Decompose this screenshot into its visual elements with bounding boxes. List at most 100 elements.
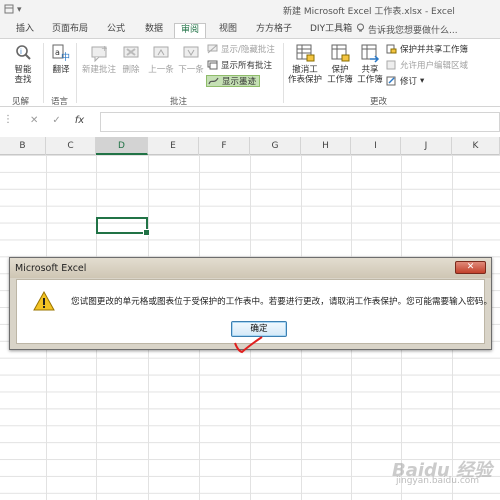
share-workbook-button[interactable]: 共享 工作簿	[356, 43, 384, 85]
show-hide-comment-button[interactable]: 显示/隐藏批注	[207, 43, 275, 55]
previous-comment-button[interactable]: 上一条	[147, 43, 175, 75]
smart-lookup-icon: i	[16, 45, 31, 60]
allow-edit-ranges-button[interactable]: 允许用户编辑区域	[386, 59, 468, 71]
confirm-entry-icon[interactable]: ✓	[52, 115, 60, 126]
tell-me-box[interactable]: 告诉我您想要做什么...	[356, 23, 458, 36]
group-changes-label: 更改	[370, 97, 388, 107]
show-ink-label: 显示墨迹	[222, 77, 257, 87]
next-comment-icon	[183, 46, 199, 58]
protect-workbook-icon	[331, 44, 350, 62]
unprotect-sheet-label: 撤消工 作表保护	[287, 65, 322, 85]
track-changes-button[interactable]: 修订 ▾	[386, 75, 424, 87]
dialog-title: Microsoft Excel	[15, 263, 87, 274]
tell-me-label: 告诉我您想要做什么...	[368, 26, 458, 36]
column-header[interactable]: B	[0, 137, 46, 155]
share-workbook-label: 共享 工作簿	[357, 65, 383, 85]
column-header[interactable]: F	[199, 137, 250, 155]
lightbulb-icon	[356, 23, 365, 36]
tab-data[interactable]: 数据	[145, 23, 163, 38]
translate-label: 翻译	[52, 65, 70, 75]
group-insights-label: 见解	[12, 97, 30, 107]
protect-workbook-button[interactable]: 保护 工作簿	[326, 43, 354, 85]
column-header[interactable]: K	[452, 137, 500, 155]
svg-text:i: i	[20, 48, 22, 56]
column-header[interactable]: C	[46, 137, 96, 155]
group-comments-label: 批注	[170, 97, 188, 107]
title-bar: ▾ 新建 Microsoft Excel 工作表.xlsx - Excel	[0, 0, 500, 20]
allow-edit-ranges-icon	[386, 60, 396, 70]
show-all-comments-button[interactable]: 显示所有批注	[207, 59, 272, 71]
protect-and-share-label: 保护并共享工作簿	[400, 45, 469, 55]
svg-text:a: a	[55, 48, 60, 57]
tab-page-layout[interactable]: 页面布局	[52, 23, 88, 38]
previous-comment-label: 上一条	[148, 65, 174, 75]
show-ink-button[interactable]: 显示墨迹	[206, 75, 261, 87]
column-header[interactable]: I	[351, 137, 401, 155]
active-cell[interactable]	[96, 217, 150, 236]
new-comment-button[interactable]: + 新建批注	[80, 43, 118, 75]
column-header[interactable]: H	[301, 137, 351, 155]
show-all-comments-label: 显示所有批注	[221, 61, 273, 71]
protect-share-icon	[386, 44, 397, 54]
column-header[interactable]: E	[148, 137, 199, 155]
next-comment-label: 下一条	[178, 65, 204, 75]
qat-dropdown-icon[interactable]: ▾	[17, 5, 22, 15]
dialog-message: 您试图更改的单元格或图表位于受保护的工作表中。若要进行更改，请取消工作表保护。您…	[71, 297, 493, 307]
dialog-close-button[interactable]: ✕	[455, 261, 486, 274]
tab-insert[interactable]: 插入	[16, 23, 34, 38]
protect-and-share-button[interactable]: 保护并共享工作簿	[386, 43, 468, 55]
track-changes-dropdown-icon[interactable]: ▾	[420, 76, 424, 86]
translate-icon: a中	[52, 44, 70, 63]
new-comment-icon: +	[91, 44, 108, 63]
track-changes-label: 修订	[400, 77, 418, 87]
tab-formulas[interactable]: 公式	[107, 23, 125, 38]
share-workbook-icon	[361, 44, 380, 63]
cancel-entry-icon[interactable]: ✕	[30, 115, 38, 126]
name-box-grip-icon[interactable]: ⋮	[3, 114, 17, 130]
group-separator	[283, 43, 284, 103]
show-hide-comment-label: 显示/隐藏批注	[221, 45, 275, 55]
column-header[interactable]: G	[250, 137, 301, 155]
show-ink-icon	[208, 77, 219, 85]
group-separator	[43, 43, 44, 103]
quick-access-toolbar: ▾	[0, 4, 22, 17]
next-comment-button[interactable]: 下一条	[177, 43, 205, 75]
protect-workbook-label: 保护 工作簿	[327, 65, 353, 85]
new-comment-label: 新建批注	[81, 65, 116, 75]
delete-comment-label: 删除	[122, 65, 140, 75]
tab-review[interactable]: 审阅	[174, 23, 207, 38]
unprotect-sheet-button[interactable]: 撤消工 作表保护	[286, 43, 324, 85]
svg-text:中: 中	[61, 51, 70, 63]
tab-view[interactable]: 视图	[219, 23, 237, 38]
group-separator	[76, 43, 77, 103]
column-headers: B C D E F G H I J K	[0, 137, 500, 155]
ribbon: i 智能 查找 见解 a中 翻译 语言 + 新建批注 删除 上一条 下一条 显示…	[0, 38, 500, 107]
delete-comment-icon	[123, 46, 139, 58]
warning-icon	[33, 291, 55, 311]
previous-comment-icon	[153, 46, 169, 58]
smart-lookup-label: 智能 查找	[14, 65, 32, 85]
tab-diy-toolbox[interactable]: DIY工具箱	[310, 23, 352, 38]
allow-edit-ranges-label: 允许用户编辑区域	[400, 61, 469, 71]
column-header-selected[interactable]: D	[96, 137, 148, 155]
formula-buttons: ✕ ✓ fx	[30, 115, 84, 126]
track-changes-icon	[386, 76, 396, 86]
baidu-watermark-url: jingyan.baidu.com	[396, 476, 480, 486]
unprotect-sheet-icon	[296, 44, 315, 62]
sheet-icon[interactable]	[4, 4, 14, 17]
tab-fangfang[interactable]: 方方格子	[256, 23, 292, 38]
svg-text:+: +	[101, 44, 108, 53]
translate-button[interactable]: a中 翻译	[48, 43, 74, 75]
formula-input[interactable]	[100, 112, 500, 132]
smart-lookup-button[interactable]: i 智能 查找	[8, 43, 38, 85]
column-header[interactable]: J	[401, 137, 452, 155]
formula-bar: ⋮ ✕ ✓ fx	[0, 107, 500, 137]
delete-comment-button[interactable]: 删除	[120, 43, 142, 75]
dialog-title-bar[interactable]: Microsoft Excel ✕	[10, 258, 491, 278]
window-title: 新建 Microsoft Excel 工作表.xlsx - Excel	[283, 7, 455, 17]
show-hide-comment-icon	[207, 44, 218, 54]
red-checkmark-annotation	[234, 336, 263, 354]
show-all-comments-icon	[207, 60, 218, 70]
group-language-label: 语言	[51, 97, 69, 107]
insert-function-icon[interactable]: fx	[75, 115, 84, 126]
